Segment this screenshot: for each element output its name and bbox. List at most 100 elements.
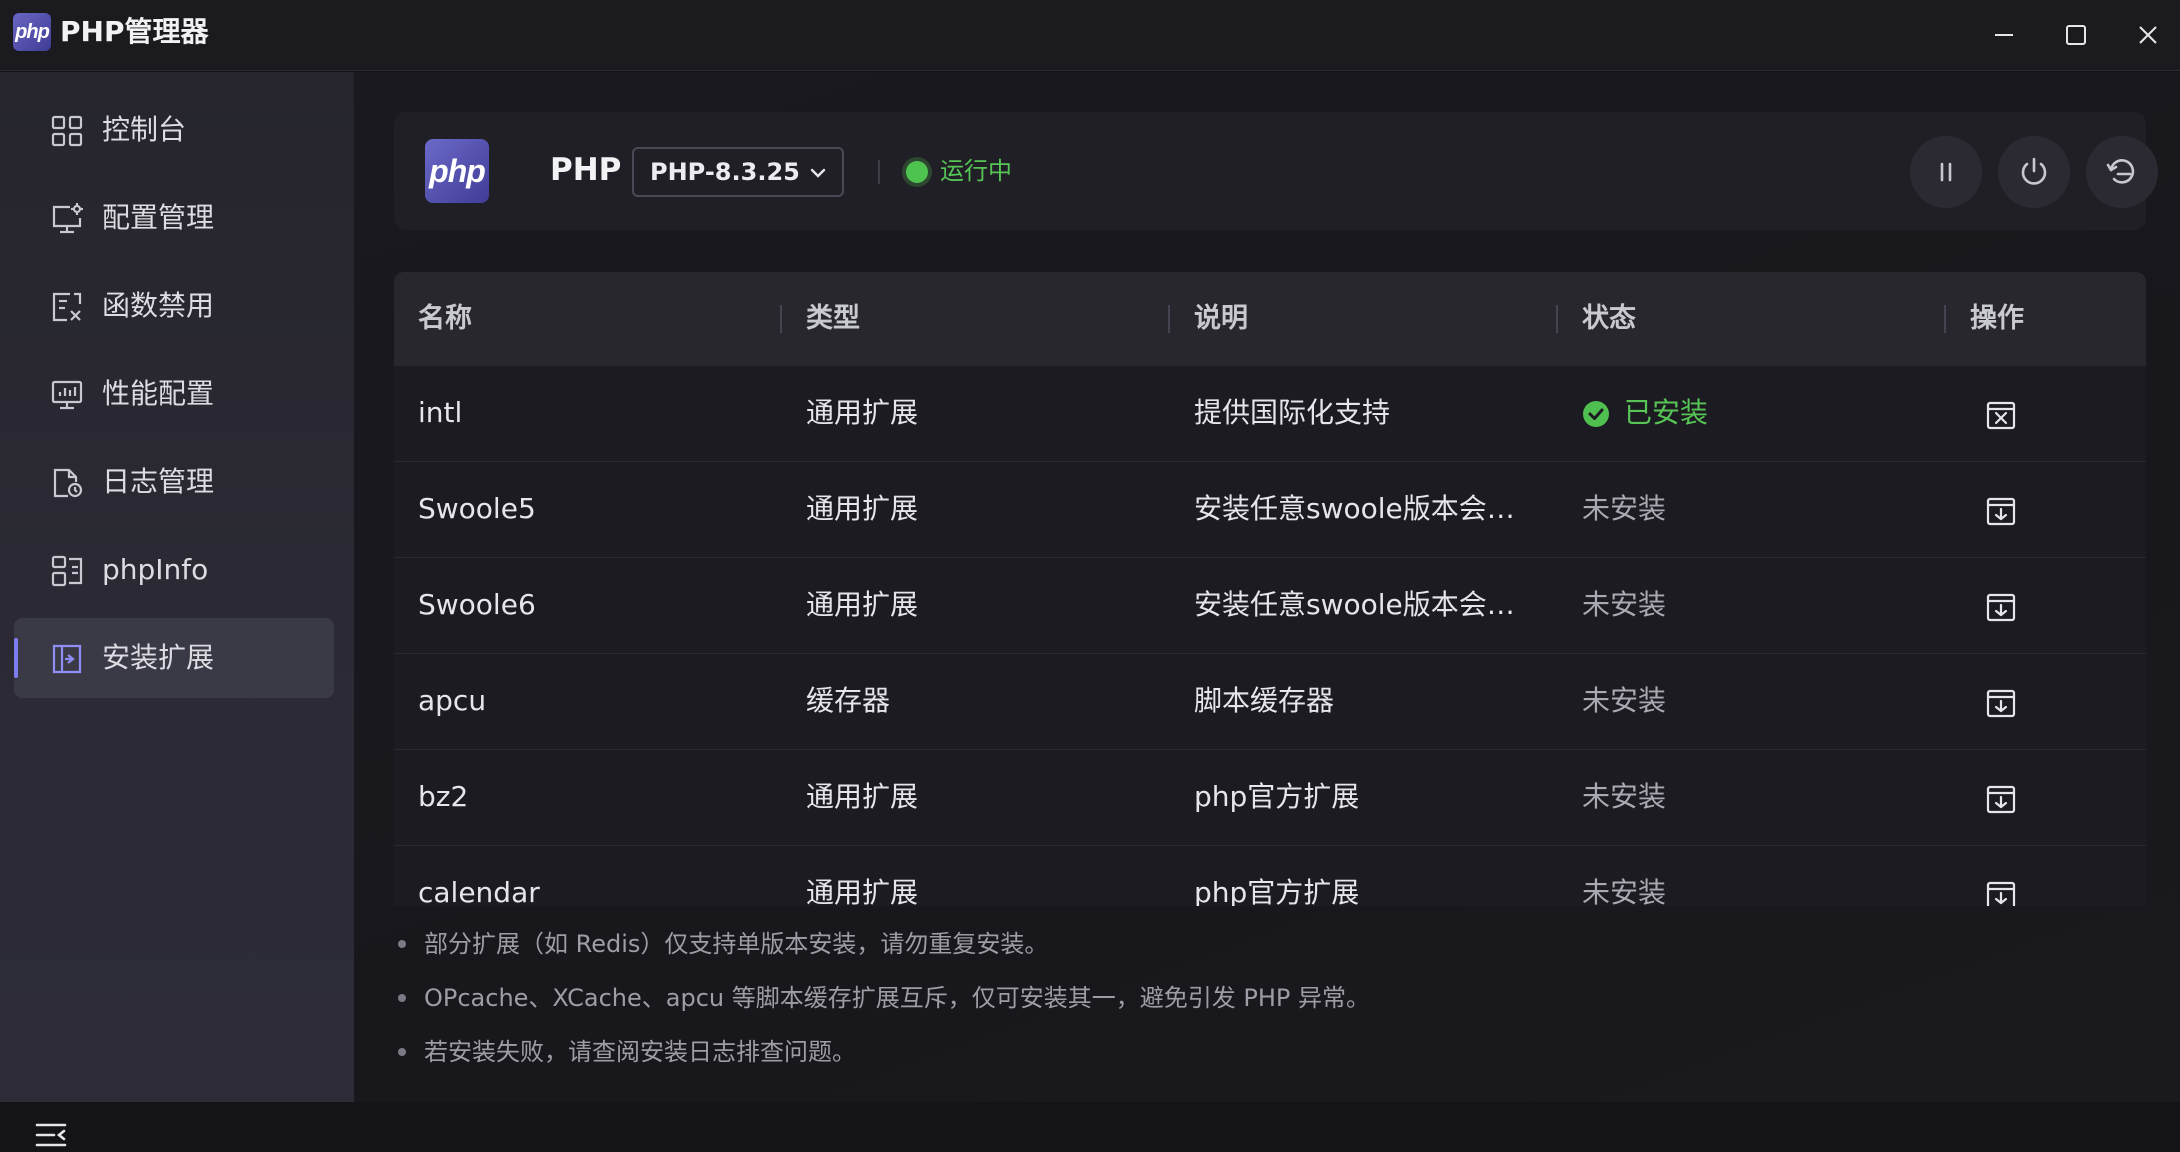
extension-desc: 安装任意swoole版本会显示的提示信息 bbox=[1194, 588, 1532, 621]
table-row: calendar 通用扩展 php官方扩展 未安装 bbox=[394, 846, 2146, 906]
sidebar-item-config[interactable]: 配置管理 bbox=[14, 178, 334, 258]
table-row: Swoole5 通用扩展 安装任意swoole版本会显示的提示信息 未安装 bbox=[394, 462, 2146, 558]
sidebar-item-label: 函数禁用 bbox=[102, 289, 215, 322]
sidebar-item-label: 性能配置 bbox=[102, 377, 215, 410]
install-download-icon[interactable] bbox=[1984, 494, 2018, 528]
restart-button[interactable] bbox=[2086, 136, 2158, 208]
column-header-desc: 说明 bbox=[1194, 303, 1248, 334]
column-separator bbox=[1168, 305, 1170, 333]
extension-desc: 脚本缓存器 bbox=[1194, 684, 1335, 717]
uninstall-icon[interactable] bbox=[1984, 398, 2018, 432]
table-row: apcu 缓存器 脚本缓存器 未安装 bbox=[394, 654, 2146, 750]
extension-type: 通用扩展 bbox=[806, 588, 919, 621]
install-download-icon[interactable] bbox=[1984, 686, 2018, 720]
version-select[interactable]: PHP-8.3.25 bbox=[632, 147, 844, 197]
close-icon bbox=[2139, 26, 2157, 44]
maximize-icon bbox=[2066, 25, 2086, 45]
extension-type: 通用扩展 bbox=[806, 492, 919, 525]
note-text: 若安装失败，请查阅安装日志排查问题。 bbox=[424, 1038, 856, 1066]
column-separator bbox=[780, 305, 782, 333]
bullet-dot bbox=[398, 1048, 406, 1056]
restart-icon bbox=[2106, 159, 2135, 184]
monitor-settings-icon bbox=[52, 203, 83, 234]
running-status-dot-icon bbox=[906, 161, 928, 183]
extension-desc: 提供国际化支持 bbox=[1194, 396, 1391, 429]
check-circle-icon bbox=[1583, 401, 1609, 427]
note-item: OPcache、XCache、apcu 等脚本缓存扩展互斥，仅可安装其一，避免引… bbox=[394, 978, 2094, 1018]
minimize-icon bbox=[1995, 34, 2013, 36]
note-text: OPcache、XCache、apcu 等脚本缓存扩展互斥，仅可安装其一，避免引… bbox=[424, 984, 1370, 1012]
extension-desc: php官方扩展 bbox=[1194, 780, 1360, 813]
extension-type: 缓存器 bbox=[806, 684, 891, 717]
sidebar-item-performance[interactable]: 性能配置 bbox=[14, 354, 334, 434]
table-row: Swoole6 通用扩展 安装任意swoole版本会显示的提示信息 未安装 bbox=[394, 558, 2146, 654]
note-item: 若安装失败，请查阅安装日志排查问题。 bbox=[394, 1032, 2094, 1072]
extension-status: 未安装 bbox=[1582, 780, 1667, 813]
column-separator bbox=[1556, 305, 1558, 333]
stop-button[interactable] bbox=[1998, 136, 2070, 208]
extension-type: 通用扩展 bbox=[806, 876, 919, 906]
sidebar: 控制台 配置管理 函数禁用 性能配置 日志管理 phpInfo 安装扩展 bbox=[0, 72, 354, 1147]
maximize-button[interactable] bbox=[2050, 10, 2102, 60]
note-text: 部分扩展（如 Redis）仅支持单版本安装，请勿重复安装。 bbox=[424, 930, 1049, 958]
table-row: bz2 通用扩展 php官方扩展 未安装 bbox=[394, 750, 2146, 846]
title-bar: php PHP管理器 bbox=[0, 0, 2180, 71]
power-icon bbox=[2021, 157, 2047, 185]
extension-status: 未安装 bbox=[1582, 684, 1667, 717]
install-download-icon[interactable] bbox=[1984, 782, 2018, 816]
bullet-dot bbox=[398, 940, 406, 948]
sidebar-item-logs[interactable]: 日志管理 bbox=[14, 442, 334, 522]
php-logo-icon: php bbox=[425, 139, 489, 203]
collapse-menu-icon[interactable] bbox=[34, 1118, 68, 1152]
running-status-text: 运行中 bbox=[940, 157, 1012, 185]
app-title: PHP管理器 bbox=[60, 15, 209, 48]
column-header-status: 状态 bbox=[1582, 303, 1636, 334]
column-header-type: 类型 bbox=[806, 303, 860, 334]
extension-name: intl bbox=[418, 396, 463, 429]
extension-name: calendar bbox=[418, 876, 540, 906]
php-info-icon bbox=[51, 555, 83, 587]
extension-name: Swoole5 bbox=[418, 492, 536, 525]
php-title: PHP bbox=[550, 152, 622, 188]
sidebar-item-phpinfo[interactable]: phpInfo bbox=[14, 530, 334, 610]
pause-button[interactable] bbox=[1910, 136, 1982, 208]
sidebar-item-label: 日志管理 bbox=[102, 465, 215, 498]
extension-name: Swoole6 bbox=[418, 588, 536, 621]
extension-desc: 安装任意swoole版本会显示的提示信息 bbox=[1194, 492, 1532, 525]
install-download-icon[interactable] bbox=[1984, 590, 2018, 624]
header-divider bbox=[878, 160, 880, 184]
sidebar-item-install-extension[interactable]: 安装扩展 bbox=[14, 618, 334, 698]
sidebar-item-label: 配置管理 bbox=[102, 201, 215, 234]
extension-status: 未安装 bbox=[1582, 876, 1667, 906]
extension-table: 名称 类型 说明 状态 操作 intl 通用扩展 提供国际化支持 已安装 Swo… bbox=[394, 272, 2146, 906]
main-content: php PHP PHP-8.3.25 运行中 名称 类型 说明 状态 操作 in… bbox=[354, 72, 2180, 1102]
extension-type: 通用扩展 bbox=[806, 780, 919, 813]
sidebar-item-dashboard[interactable]: 控制台 bbox=[14, 90, 334, 170]
log-file-icon bbox=[53, 468, 83, 498]
extension-status: 已安装 bbox=[1624, 396, 1709, 429]
bullet-dot bbox=[398, 994, 406, 1002]
dashboard-grid-icon bbox=[51, 115, 83, 147]
extension-name: apcu bbox=[418, 684, 487, 717]
note-item: 部分扩展（如 Redis）仅支持单版本安装，请勿重复安装。 bbox=[394, 924, 2094, 964]
column-header-actions: 操作 bbox=[1970, 303, 2024, 334]
extension-status: 未安装 bbox=[1582, 588, 1667, 621]
extension-type: 通用扩展 bbox=[806, 396, 919, 429]
chevron-down-icon bbox=[810, 168, 826, 178]
performance-monitor-icon bbox=[51, 380, 83, 410]
version-select-value: PHP-8.3.25 bbox=[650, 158, 800, 186]
install-download-icon[interactable] bbox=[1984, 878, 2018, 906]
extension-name: bz2 bbox=[418, 780, 469, 813]
table-header: 名称 类型 说明 状态 操作 bbox=[394, 272, 2146, 366]
extension-desc: php官方扩展 bbox=[1194, 876, 1360, 906]
table-row: intl 通用扩展 提供国际化支持 已安装 bbox=[394, 366, 2146, 462]
column-header-name: 名称 bbox=[418, 303, 472, 334]
close-button[interactable] bbox=[2122, 10, 2174, 60]
sidebar-item-function-disable[interactable]: 函数禁用 bbox=[14, 266, 334, 346]
function-disable-icon bbox=[52, 292, 82, 322]
extension-status: 未安装 bbox=[1582, 492, 1667, 525]
php-header-card: php PHP PHP-8.3.25 运行中 bbox=[394, 112, 2158, 230]
minimize-button[interactable] bbox=[1978, 10, 2030, 60]
column-separator bbox=[1944, 305, 1946, 333]
app-logo-icon: php bbox=[13, 13, 51, 51]
